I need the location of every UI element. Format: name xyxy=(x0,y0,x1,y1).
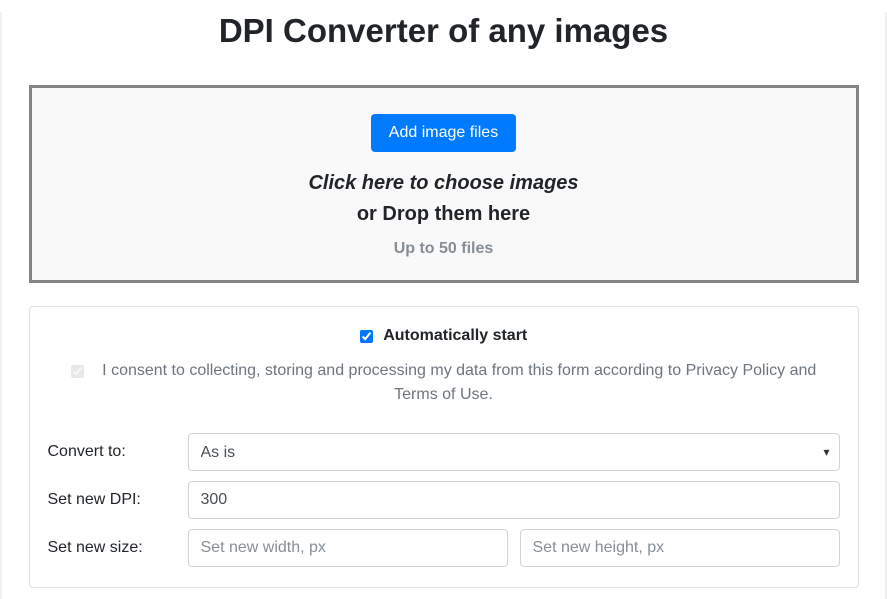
dropzone[interactable]: Add image files Click here to choose ima… xyxy=(29,85,859,283)
dpi-input[interactable] xyxy=(188,481,840,519)
size-label: Set new size: xyxy=(48,539,188,557)
convert-to-select[interactable]: As is xyxy=(188,433,840,471)
add-image-files-button[interactable]: Add image files xyxy=(371,114,516,152)
drop-here-text: or Drop them here xyxy=(42,203,846,226)
convert-to-label: Convert to: xyxy=(48,443,188,461)
width-input[interactable] xyxy=(188,529,508,567)
height-input[interactable] xyxy=(520,529,840,567)
file-limit-text: Up to 50 files xyxy=(42,240,846,258)
consent-checkbox[interactable] xyxy=(71,365,84,378)
settings-panel: Automatically start I consent to collect… xyxy=(29,306,859,588)
auto-start-checkbox[interactable] xyxy=(360,330,373,343)
choose-images-text: Click here to choose images xyxy=(42,172,846,195)
page-title: DPI Converter of any images xyxy=(29,12,859,50)
consent-text: I consent to collecting, storing and pro… xyxy=(102,362,816,403)
auto-start-label: Automatically start xyxy=(383,327,527,344)
dpi-label: Set new DPI: xyxy=(48,491,188,509)
